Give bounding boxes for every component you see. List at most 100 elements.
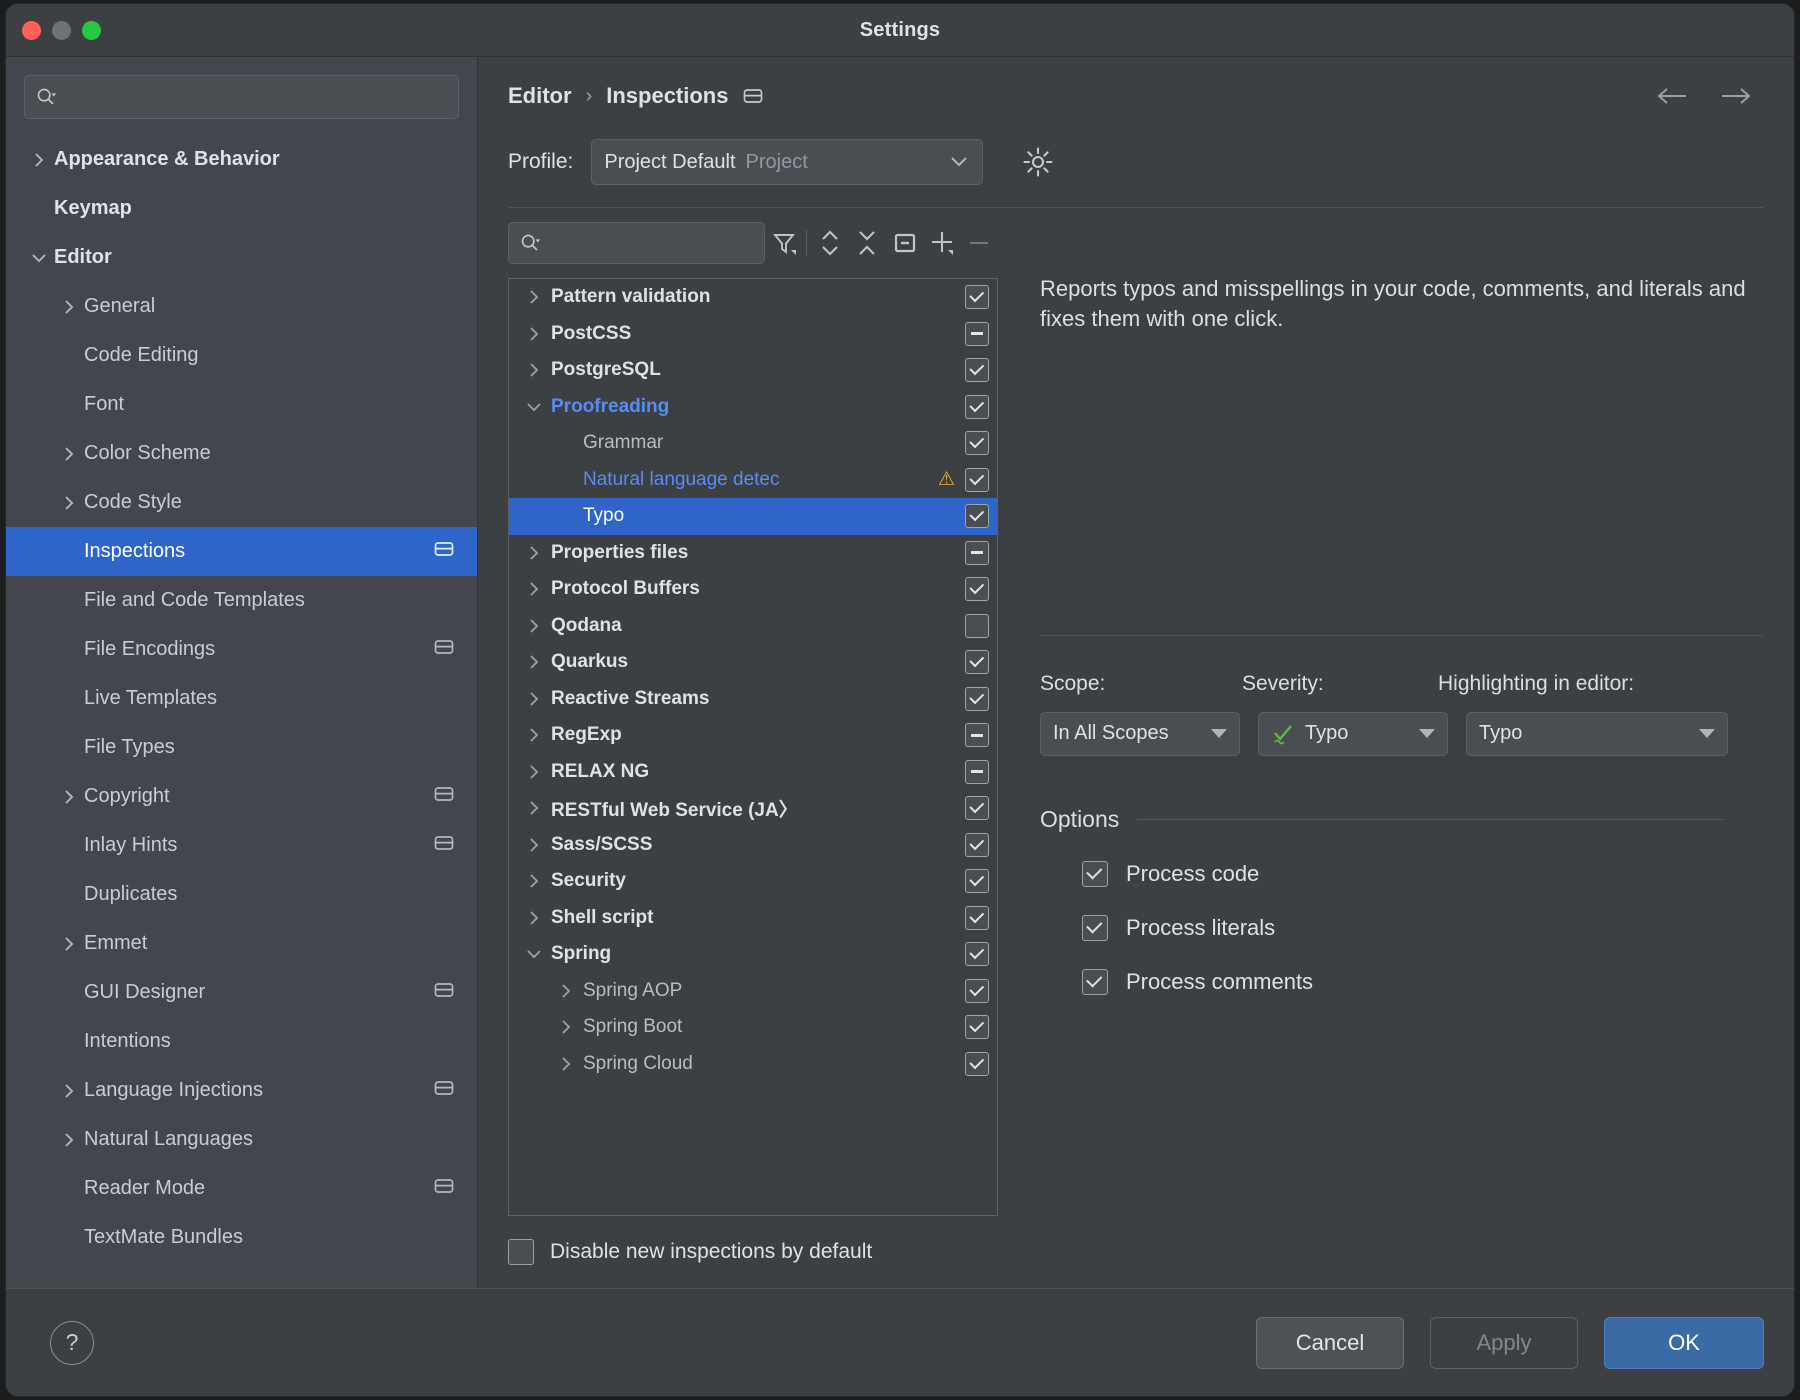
- tree-row-checkbox[interactable]: [965, 650, 989, 675]
- reset-to-empty-button[interactable]: [886, 222, 923, 264]
- tree-row-checkbox[interactable]: [965, 1051, 989, 1076]
- tree-row-checkbox[interactable]: [965, 686, 989, 711]
- sidebar-item-duplicates[interactable]: Duplicates: [6, 870, 477, 919]
- inspections-tree[interactable]: Pattern validation PostCSS PostgreSQL Proof…: [508, 278, 998, 1216]
- add-inspection-button[interactable]: [923, 222, 960, 264]
- remove-inspection-button[interactable]: [961, 222, 998, 264]
- sidebar-item-editor[interactable]: Editor: [6, 233, 477, 282]
- twisty[interactable]: [517, 580, 551, 598]
- sidebar-item-keymap[interactable]: Keymap: [6, 184, 477, 233]
- twisty[interactable]: [54, 1082, 84, 1100]
- sidebar-item-file-types[interactable]: File Types: [6, 723, 477, 772]
- tree-row-checkbox[interactable]: [965, 467, 989, 492]
- tree-row[interactable]: Sass/SCSS: [509, 827, 997, 864]
- sidebar-item-appearance-behavior[interactable]: Appearance & Behavior: [6, 135, 477, 184]
- scope-select[interactable]: In All Scopes: [1040, 711, 1240, 756]
- twisty[interactable]: [517, 872, 551, 890]
- tree-row-checkbox[interactable]: [965, 869, 989, 894]
- sidebar-item-code-editing[interactable]: Code Editing: [6, 331, 477, 380]
- gear-icon[interactable]: [1021, 145, 1055, 179]
- twisty[interactable]: [517, 909, 551, 927]
- option-row[interactable]: Process literals: [1082, 914, 1764, 941]
- severity-select[interactable]: Typo: [1258, 711, 1448, 756]
- twisty[interactable]: [517, 653, 551, 671]
- twisty[interactable]: [517, 763, 551, 781]
- ok-button[interactable]: OK: [1604, 1316, 1764, 1369]
- disable-new-inspections-row[interactable]: Disable new inspections by default: [508, 1216, 998, 1288]
- sidebar-item-file-and-code-templates[interactable]: File and Code Templates: [6, 576, 477, 625]
- collapse-all-button[interactable]: [849, 222, 886, 264]
- help-button[interactable]: ?: [50, 1320, 94, 1365]
- twisty[interactable]: [517, 690, 551, 708]
- sidebar-search-box[interactable]: [24, 75, 459, 119]
- back-arrow-icon[interactable]: [1656, 86, 1690, 106]
- forward-arrow-icon[interactable]: [1718, 86, 1752, 106]
- sidebar-item-natural-languages[interactable]: Natural Languages: [6, 1115, 477, 1164]
- tree-row[interactable]: Protocol Buffers: [509, 571, 997, 608]
- twisty[interactable]: [54, 494, 84, 512]
- twisty[interactable]: [517, 544, 551, 562]
- tree-row-checkbox[interactable]: [965, 321, 989, 346]
- tree-row[interactable]: Shell script: [509, 900, 997, 937]
- twisty[interactable]: [517, 947, 551, 961]
- tree-row[interactable]: RegExp: [509, 717, 997, 754]
- profile-select[interactable]: Project Default Project: [591, 139, 984, 185]
- twisty[interactable]: [517, 400, 551, 414]
- sidebar-item-file-encodings[interactable]: File Encodings: [6, 625, 477, 674]
- option-checkbox[interactable]: [1082, 968, 1108, 995]
- twisty[interactable]: [54, 445, 84, 463]
- sidebar-item-intentions[interactable]: Intentions: [6, 1017, 477, 1066]
- filter-button[interactable]: [765, 222, 802, 264]
- sidebar-item-general[interactable]: General: [6, 282, 477, 331]
- tree-row-checkbox[interactable]: [965, 358, 989, 383]
- tree-row[interactable]: Natural language detec ⚠: [509, 462, 997, 499]
- tree-row-checkbox[interactable]: [965, 431, 989, 456]
- tree-row-checkbox[interactable]: [965, 613, 989, 638]
- tree-row-checkbox[interactable]: [965, 504, 989, 529]
- tree-row-checkbox[interactable]: [965, 905, 989, 930]
- twisty[interactable]: [517, 836, 551, 854]
- twisty[interactable]: [549, 982, 583, 1000]
- tree-row[interactable]: Spring Cloud: [509, 1046, 997, 1083]
- twisty[interactable]: [54, 935, 84, 953]
- twisty[interactable]: [517, 361, 551, 379]
- option-checkbox[interactable]: [1082, 860, 1108, 887]
- sidebar-tree[interactable]: Appearance & Behavior Keymap Editor General…: [6, 131, 477, 1288]
- tree-row-checkbox[interactable]: [965, 723, 989, 748]
- sidebar-item-code-style[interactable]: Code Style: [6, 478, 477, 527]
- option-row[interactable]: Process code: [1082, 860, 1764, 887]
- tree-row-checkbox[interactable]: [965, 832, 989, 857]
- tree-row[interactable]: Spring: [509, 936, 997, 973]
- disable-new-inspections-checkbox[interactable]: [508, 1239, 534, 1265]
- sidebar-item-copyright[interactable]: Copyright: [6, 772, 477, 821]
- tree-row[interactable]: PostCSS: [509, 316, 997, 353]
- tree-row[interactable]: RELAX NG: [509, 754, 997, 791]
- sidebar-item-emmet[interactable]: Emmet: [6, 919, 477, 968]
- tree-row[interactable]: Security: [509, 863, 997, 900]
- twisty[interactable]: [517, 726, 551, 744]
- sidebar-item-font[interactable]: Font: [6, 380, 477, 429]
- tree-row-checkbox[interactable]: [965, 540, 989, 565]
- sidebar-item-inspections[interactable]: Inspections: [6, 527, 477, 576]
- twisty[interactable]: [517, 799, 551, 817]
- tree-row[interactable]: Spring AOP: [509, 973, 997, 1010]
- twisty[interactable]: [24, 251, 54, 265]
- tree-row[interactable]: Quarkus: [509, 644, 997, 681]
- tree-row[interactable]: Typo: [509, 498, 997, 535]
- tree-row-checkbox[interactable]: [965, 759, 989, 784]
- tree-row-checkbox[interactable]: [965, 285, 989, 310]
- sidebar-item-inlay-hints[interactable]: Inlay Hints: [6, 821, 477, 870]
- tree-row[interactable]: RESTful Web Service (JA〉: [509, 790, 997, 827]
- tree-row[interactable]: Spring Boot: [509, 1009, 997, 1046]
- breadcrumb-parent[interactable]: Editor: [508, 83, 572, 109]
- cancel-button[interactable]: Cancel: [1256, 1316, 1404, 1369]
- inspections-search-input[interactable]: [547, 234, 754, 252]
- inspections-search-box[interactable]: [508, 222, 765, 264]
- option-checkbox[interactable]: [1082, 914, 1108, 941]
- twisty[interactable]: [549, 1055, 583, 1073]
- option-row[interactable]: Process comments: [1082, 968, 1764, 995]
- sidebar-item-language-injections[interactable]: Language Injections: [6, 1066, 477, 1115]
- twisty[interactable]: [54, 298, 84, 316]
- tree-row-checkbox[interactable]: [965, 394, 989, 419]
- expand-all-button[interactable]: [811, 222, 848, 264]
